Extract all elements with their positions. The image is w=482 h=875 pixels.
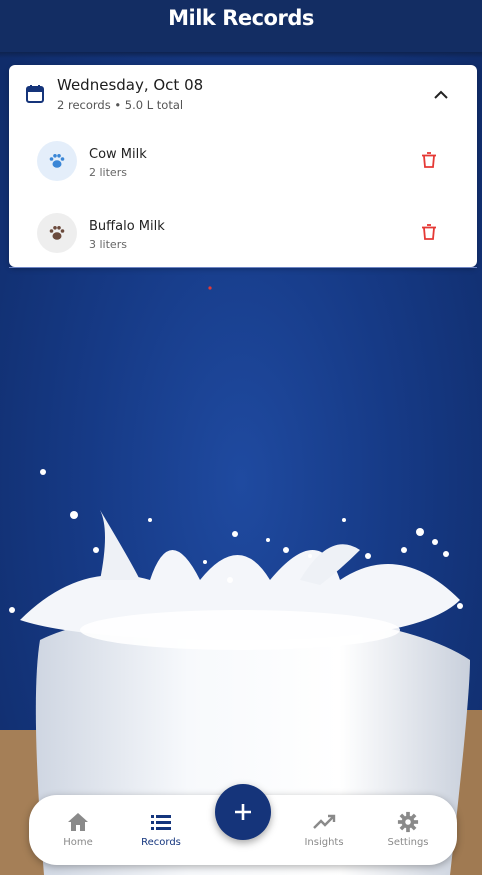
day-summary: 2 records • 5.0 L total	[57, 98, 184, 112]
record-name: Buffalo Milk	[89, 219, 165, 234]
record-quantity: 2 liters	[89, 166, 127, 179]
nav-label: Home	[63, 837, 93, 848]
header-shadow	[0, 52, 482, 58]
gear-icon	[397, 811, 419, 833]
plus-icon	[235, 804, 251, 820]
day-title: Wednesday, Oct 08	[57, 76, 204, 94]
paw-icon	[49, 154, 65, 168]
delete-button[interactable]	[418, 149, 440, 171]
day-header[interactable]: Wednesday, Oct 08 2 records • 5.0 L tota…	[9, 65, 477, 123]
trending-up-icon	[313, 814, 336, 829]
record-name: Cow Milk	[89, 147, 147, 162]
page-title: Milk Records	[168, 6, 314, 30]
record-avatar	[37, 213, 77, 253]
paw-icon	[49, 226, 65, 240]
record-row[interactable]: Buffalo Milk 3 liters	[9, 211, 477, 281]
record-quantity: 3 liters	[89, 238, 127, 251]
nav-label: Insights	[304, 837, 344, 848]
home-icon	[68, 813, 88, 831]
record-avatar	[37, 141, 77, 181]
add-record-button[interactable]	[215, 784, 271, 840]
card-divider	[9, 267, 477, 268]
record-row[interactable]: Cow Milk 2 liters	[9, 139, 477, 209]
nav-label: Records	[141, 837, 181, 848]
nav-settings[interactable]: Settings	[373, 795, 443, 865]
list-icon	[151, 815, 171, 830]
day-records-card: Wednesday, Oct 08 2 records • 5.0 L tota…	[9, 65, 477, 267]
nav-label: Settings	[387, 837, 429, 848]
chevron-up-icon	[434, 90, 448, 99]
delete-button[interactable]	[418, 221, 440, 243]
nav-home[interactable]: Home	[43, 795, 113, 865]
trash-icon	[422, 152, 436, 168]
app-header: Milk Records	[0, 0, 482, 52]
trash-icon	[422, 224, 436, 240]
nav-records[interactable]: Records	[126, 795, 196, 865]
collapse-button[interactable]	[427, 83, 455, 105]
calendar-icon	[26, 85, 44, 103]
nav-insights[interactable]: Insights	[289, 795, 359, 865]
